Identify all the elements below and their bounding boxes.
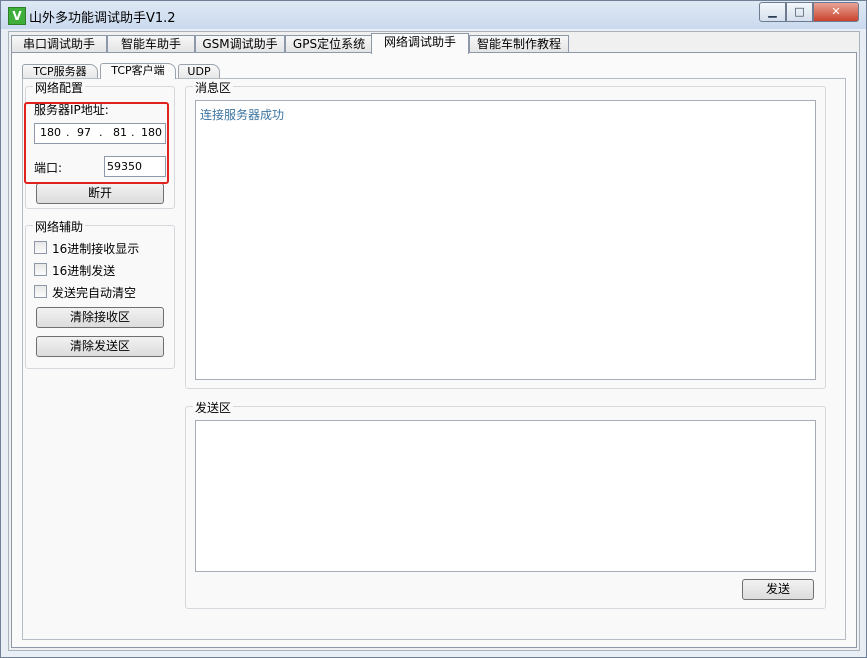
window-title: 山外多功能调试助手V1.2 <box>29 11 176 26</box>
tab-udp[interactable]: UDP <box>178 64 220 79</box>
ip-port-highlight-box <box>24 102 169 184</box>
message-area-title: 消息区 <box>193 79 234 96</box>
tab-serial-debug[interactable]: 串口调试助手 <box>11 35 107 53</box>
auto-clear-checkbox[interactable] <box>34 285 47 298</box>
tab-network-debug[interactable]: 网络调试助手 <box>371 33 469 54</box>
tab-tcp-server[interactable]: TCP服务器 <box>22 64 98 79</box>
network-config-title: 网络配置 <box>33 79 86 96</box>
app-v-icon: V <box>8 7 26 25</box>
minimize-button[interactable]: ▁ <box>759 2 786 22</box>
send-area-title: 发送区 <box>193 399 234 416</box>
hex-receive-checkbox[interactable] <box>34 241 47 254</box>
maximize-button[interactable]: □ <box>786 2 813 22</box>
title-bar: V 山外多功能调试助手V1.2 ▁ □ ✕ <box>1 1 866 29</box>
tab-smart-car-tutorial[interactable]: 智能车制作教程 <box>469 35 569 53</box>
tab-gps[interactable]: GPS定位系统 <box>285 35 373 53</box>
tab-tcp-client[interactable]: TCP客户端 <box>100 63 176 79</box>
clear-send-button[interactable]: 清除发送区 <box>36 336 164 357</box>
clear-receive-button[interactable]: 清除接收区 <box>36 307 164 328</box>
message-textarea[interactable]: 连接服务器成功 <box>195 100 816 380</box>
hex-send-checkbox[interactable] <box>34 263 47 276</box>
send-button[interactable]: 发送 <box>742 579 814 600</box>
send-area-group: 发送区 发送 <box>185 399 826 609</box>
disconnect-button[interactable]: 断开 <box>36 183 164 204</box>
hex-receive-label: 16进制接收显示 <box>52 242 140 256</box>
close-button[interactable]: ✕ <box>813 2 859 22</box>
network-assist-title: 网络辅助 <box>33 218 86 235</box>
app-window: V 山外多功能调试助手V1.2 ▁ □ ✕ 串口调试助手 智能车助手 GSM调试… <box>0 0 867 658</box>
tab-smart-car[interactable]: 智能车助手 <box>107 35 195 53</box>
tab-gsm-debug[interactable]: GSM调试助手 <box>195 35 285 53</box>
auto-clear-label: 发送完自动清空 <box>52 286 137 300</box>
message-line: 连接服务器成功 <box>200 108 285 122</box>
hex-send-label: 16进制发送 <box>52 264 116 278</box>
message-area-group: 消息区 连接服务器成功 <box>185 79 826 389</box>
network-assist-group: 网络辅助 16进制接收显示 16进制发送 发送完自动清空 清除接收区 清除发送区 <box>25 218 175 369</box>
send-textarea[interactable] <box>195 420 816 572</box>
